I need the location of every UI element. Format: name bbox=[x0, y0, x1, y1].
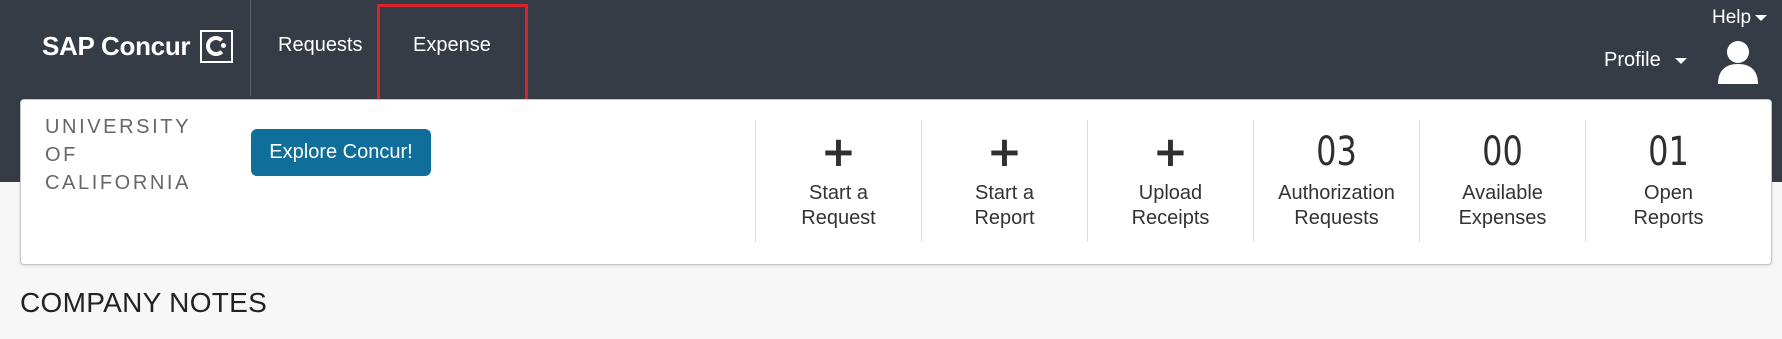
tile-label: Available Expenses bbox=[1458, 182, 1547, 229]
open-reports-count: 01 bbox=[1648, 129, 1689, 175]
chevron-down-icon bbox=[1674, 57, 1687, 64]
tile-authorization-requests[interactable]: 03 Authorization Requests bbox=[1253, 120, 1419, 242]
tile-label: Start a Report bbox=[974, 182, 1035, 229]
profile-menu[interactable]: Profile bbox=[1604, 49, 1687, 72]
tile-open-reports[interactable]: 01 Open Reports bbox=[1585, 120, 1751, 242]
nav-divider bbox=[250, 0, 251, 96]
plus-icon: + bbox=[1152, 127, 1189, 176]
logo-line: OF bbox=[45, 144, 78, 166]
help-menu[interactable]: Help bbox=[1712, 7, 1768, 29]
university-of-california-logo: UNIVERSITY OF CALIFORNIA bbox=[45, 113, 191, 197]
tile-label: Start a Request bbox=[801, 182, 876, 229]
tile-label: Authorization Requests bbox=[1278, 182, 1395, 229]
nav-expense[interactable]: Expense bbox=[413, 34, 491, 57]
home-summary-panel: UNIVERSITY OF CALIFORNIA Explore Concur!… bbox=[20, 99, 1772, 265]
company-notes-heading: COMPANY NOTES bbox=[20, 287, 268, 318]
quick-task-tiles: + Start a Request + Start a Report + Uploa… bbox=[755, 120, 1751, 242]
plus-icon: + bbox=[986, 127, 1023, 176]
tile-start-report[interactable]: + Start a Report bbox=[921, 120, 1087, 242]
logo-line: CALIFORNIA bbox=[45, 172, 192, 194]
tile-available-expenses[interactable]: 00 Available Expenses bbox=[1419, 120, 1585, 242]
logo-line: UNIVERSITY bbox=[45, 116, 192, 138]
nav-requests[interactable]: Requests bbox=[278, 34, 363, 57]
brand-name: SAP Concur bbox=[42, 31, 191, 61]
help-label: Help bbox=[1712, 7, 1752, 28]
plus-icon: + bbox=[820, 127, 857, 176]
chevron-down-icon bbox=[1755, 15, 1768, 21]
tile-label: Open Reports bbox=[1633, 182, 1704, 229]
explore-concur-button[interactable]: Explore Concur! bbox=[251, 129, 431, 176]
profile-label: Profile bbox=[1604, 49, 1661, 71]
sap-concur-logo[interactable]: SAP Concur bbox=[42, 30, 234, 63]
tile-upload-receipts[interactable]: + Upload Receipts bbox=[1087, 120, 1253, 242]
user-avatar-icon[interactable] bbox=[1716, 40, 1760, 86]
tile-label: Upload Receipts bbox=[1131, 182, 1210, 229]
available-expenses-count: 00 bbox=[1482, 129, 1523, 175]
tile-start-request[interactable]: + Start a Request bbox=[755, 120, 921, 242]
concur-c-icon bbox=[200, 30, 234, 63]
authorization-requests-count: 03 bbox=[1316, 129, 1357, 175]
